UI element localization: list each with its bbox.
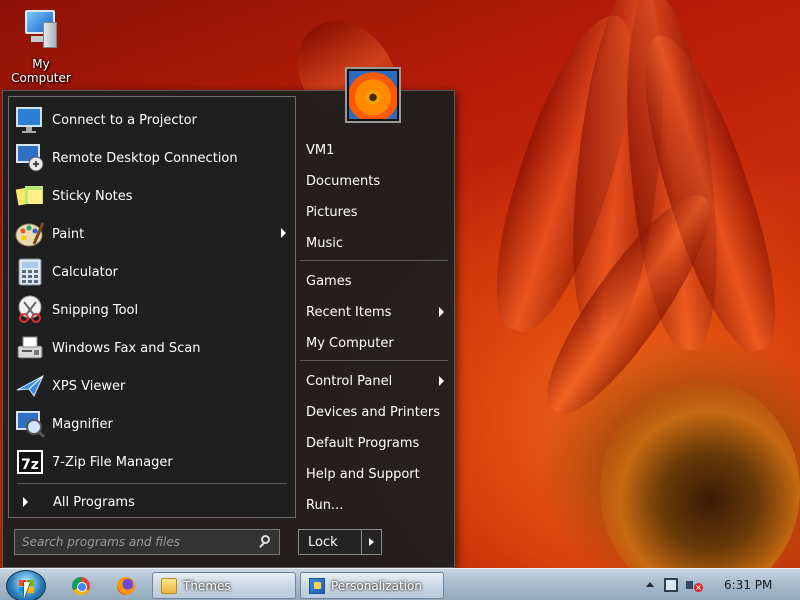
chrome-icon <box>72 577 90 595</box>
projector-icon <box>14 104 46 136</box>
right-link-label: Control Panel <box>306 373 393 389</box>
calculator-icon <box>14 256 46 288</box>
program-item-sticky-notes[interactable]: Sticky Notes <box>14 178 290 214</box>
taskbar: Themes Personalization × 6:31 PM <box>0 568 800 600</box>
submenu-arrow-icon <box>281 228 286 238</box>
taskbar-task-themes[interactable]: Themes <box>152 572 296 599</box>
right-link-label: Help and Support <box>306 466 420 482</box>
all-programs-label: All Programs <box>53 494 135 510</box>
flower-picture-icon <box>349 71 397 119</box>
right-link-label: Default Programs <box>306 435 420 451</box>
program-item-magnifier[interactable]: Magnifier <box>14 406 290 442</box>
right-link-default-programs[interactable]: Default Programs <box>298 430 448 456</box>
program-item-xps-viewer[interactable]: XPS Viewer <box>14 368 290 404</box>
right-link-label: Music <box>306 235 343 251</box>
program-item-label: Windows Fax and Scan <box>52 340 201 356</box>
program-item-windows-fax-and-scan[interactable]: Windows Fax and Scan <box>14 330 290 366</box>
personalization-icon <box>309 577 325 594</box>
power-button-group: Lock <box>298 529 382 555</box>
right-link-label: Pictures <box>306 204 358 220</box>
program-item-7zip[interactable]: 7z 7-Zip File Manager <box>14 444 290 480</box>
right-link-pictures[interactable]: Pictures <box>298 199 448 225</box>
network-icon[interactable] <box>664 578 678 592</box>
submenu-arrow-icon <box>439 376 444 386</box>
xps-viewer-icon <box>14 370 46 402</box>
right-link-help-and-support[interactable]: Help and Support <box>298 461 448 487</box>
fax-icon <box>14 332 46 364</box>
chevron-right-icon <box>369 538 374 546</box>
program-item-label: Snipping Tool <box>52 302 139 318</box>
right-link-games[interactable]: Games <box>298 268 448 294</box>
program-item-label: Sticky Notes <box>52 188 133 204</box>
search-icon[interactable] <box>253 530 279 554</box>
magnifier-icon <box>14 408 46 440</box>
desktop-icon-my-computer[interactable]: My Computer <box>2 8 80 85</box>
computer-icon <box>19 8 63 54</box>
taskbar-pin-firefox[interactable] <box>108 572 144 600</box>
right-link-label: VM1 <box>306 142 335 158</box>
clock[interactable]: 6:31 PM <box>724 578 772 592</box>
program-item-label: Remote Desktop Connection <box>52 150 238 166</box>
remote-desktop-icon <box>14 142 46 174</box>
sticky-notes-icon <box>14 180 46 212</box>
taskbar-pin-chrome[interactable] <box>63 572 99 600</box>
all-programs-button[interactable]: All Programs <box>14 489 290 515</box>
program-item-connect-to-projector[interactable]: Connect to a Projector <box>14 102 290 138</box>
right-link-label: Documents <box>306 173 381 189</box>
right-divider <box>300 260 448 261</box>
program-item-label: Connect to a Projector <box>52 112 197 128</box>
program-item-snipping-tool[interactable]: Snipping Tool <box>14 292 290 328</box>
desktop-icon-label: My Computer <box>11 57 71 85</box>
power-options-button[interactable] <box>361 530 381 554</box>
program-item-paint[interactable]: Paint <box>14 216 290 252</box>
right-link-run[interactable]: Run... <box>298 492 448 518</box>
programs-divider <box>17 483 287 484</box>
right-link-my-computer[interactable]: My Computer <box>298 330 448 356</box>
right-link-label: Run... <box>306 497 344 513</box>
show-hidden-icons-button[interactable] <box>646 582 654 587</box>
right-link-label: Recent Items <box>306 304 392 320</box>
program-item-remote-desktop[interactable]: Remote Desktop Connection <box>14 140 290 176</box>
task-label: Personalization <box>331 578 422 593</box>
taskbar-task-personalization[interactable]: Personalization <box>300 572 444 599</box>
expand-arrow-icon <box>23 497 28 507</box>
program-item-calculator[interactable]: Calculator <box>14 254 290 290</box>
system-tray: × 6:31 PM <box>640 569 800 600</box>
right-link-vm1[interactable]: VM1 <box>298 137 448 163</box>
program-item-label: 7-Zip File Manager <box>52 454 173 470</box>
task-label: Themes <box>183 578 231 593</box>
right-link-devices-and-printers[interactable]: Devices and Printers <box>298 399 448 425</box>
volume-muted-icon[interactable]: × <box>686 578 703 592</box>
right-link-label: Games <box>306 273 352 289</box>
submenu-arrow-icon <box>439 307 444 317</box>
firefox-icon <box>117 577 135 595</box>
right-divider <box>300 360 448 361</box>
right-link-music[interactable]: Music <box>298 230 448 256</box>
search-input[interactable] <box>15 530 253 554</box>
program-item-label: XPS Viewer <box>52 378 126 394</box>
start-menu-programs-pane: Connect to a Projector Remote Desktop Co… <box>8 96 296 518</box>
7zip-icon: 7z <box>14 446 46 478</box>
right-link-control-panel[interactable]: Control Panel <box>298 368 448 394</box>
snipping-tool-icon <box>14 294 46 326</box>
folder-icon <box>161 577 177 594</box>
program-item-label: Calculator <box>52 264 119 280</box>
lock-button[interactable]: Lock <box>299 530 361 554</box>
paint-icon <box>14 218 46 250</box>
program-item-label: Magnifier <box>52 416 113 432</box>
program-item-label: Paint <box>52 226 85 242</box>
user-account-picture[interactable] <box>345 67 401 123</box>
right-link-label: Devices and Printers <box>306 404 440 420</box>
right-link-label: My Computer <box>306 335 394 351</box>
right-link-documents[interactable]: Documents <box>298 168 448 194</box>
right-link-recent-items[interactable]: Recent Items <box>298 299 448 325</box>
svg-text:7z: 7z <box>21 457 39 473</box>
mouse-cursor-icon <box>24 582 30 598</box>
start-search-box <box>14 529 280 555</box>
